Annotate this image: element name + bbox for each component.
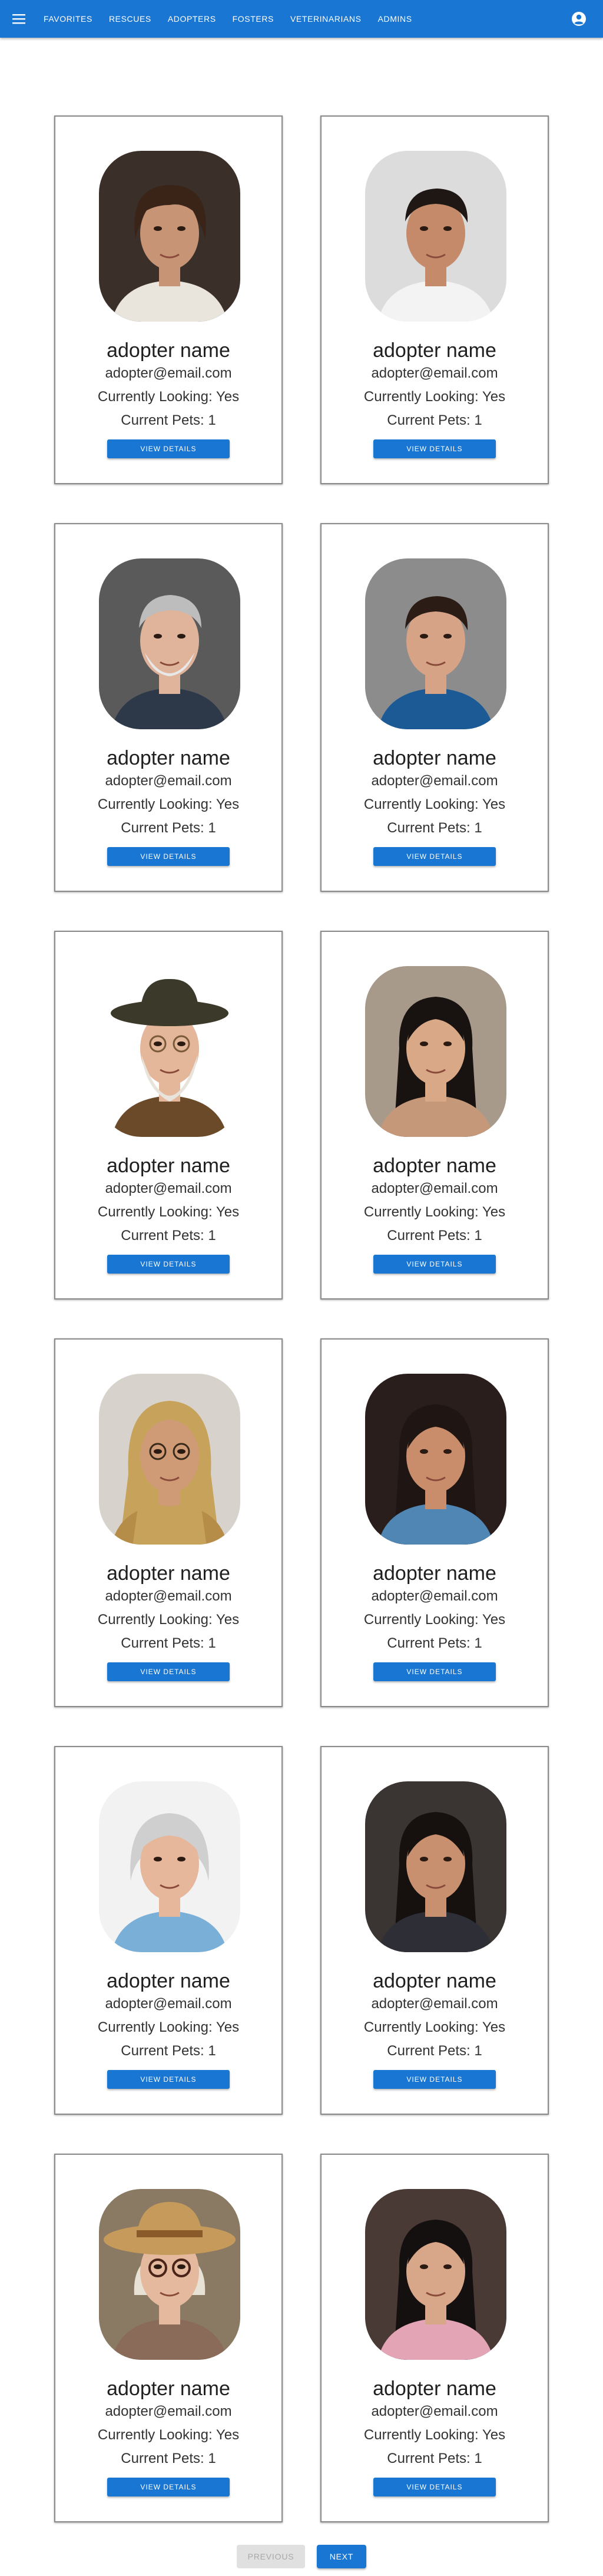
view-details-button[interactable]: VIEW DETAILS — [107, 1662, 230, 1681]
adopter-email: adopter@email.com — [105, 2403, 232, 2419]
nav-favorites[interactable]: FAVORITES — [44, 14, 92, 24]
adopter-photo — [365, 2189, 506, 2360]
adopter-photo — [99, 558, 240, 729]
adopter-photo — [365, 966, 506, 1137]
adopter-name: adopter name — [107, 1155, 230, 1177]
current-pets: Current Pets: 1 — [121, 2451, 216, 2466]
view-details-button[interactable]: VIEW DETAILS — [107, 1255, 230, 1274]
nav-admins[interactable]: ADMINS — [378, 14, 412, 24]
current-pets: Current Pets: 1 — [121, 1228, 216, 1244]
adopter-card: adopter name adopter@email.com Currently… — [320, 523, 549, 892]
nav-rescues[interactable]: RESCUES — [109, 14, 151, 24]
adopter-photo — [365, 1374, 506, 1545]
adopter-card: adopter name adopter@email.com Currently… — [320, 2154, 549, 2522]
next-button[interactable]: NEXT — [317, 2545, 366, 2568]
view-details-button[interactable]: VIEW DETAILS — [373, 847, 496, 866]
current-pets: Current Pets: 1 — [121, 820, 216, 836]
current-pets: Current Pets: 1 — [121, 412, 216, 428]
adopter-email: adopter@email.com — [105, 773, 232, 789]
currently-looking: Currently Looking: Yes — [97, 2427, 240, 2443]
adopter-name: adopter name — [373, 2377, 496, 2400]
adopter-card: adopter name adopter@email.com Currently… — [320, 115, 549, 484]
main-nav: FAVORITES RESCUES ADOPTERS FOSTERS VETER… — [35, 14, 420, 24]
adopter-photo — [365, 151, 506, 322]
adopter-name: adopter name — [107, 1970, 230, 1992]
current-pets: Current Pets: 1 — [387, 412, 482, 428]
adopter-name: adopter name — [107, 2377, 230, 2400]
currently-looking: Currently Looking: Yes — [363, 2427, 506, 2443]
view-details-button[interactable]: VIEW DETAILS — [107, 847, 230, 866]
adopter-card: adopter name adopter@email.com Currently… — [54, 1746, 283, 2115]
adopter-card: adopter name adopter@email.com Currently… — [320, 1746, 549, 2115]
adopter-email: adopter@email.com — [371, 365, 498, 381]
adopter-name: adopter name — [373, 1562, 496, 1585]
adopter-email: adopter@email.com — [371, 1180, 498, 1196]
view-details-button[interactable]: VIEW DETAILS — [107, 2070, 230, 2089]
currently-looking: Currently Looking: Yes — [363, 1612, 506, 1628]
current-pets: Current Pets: 1 — [387, 1228, 482, 1244]
adopter-photo — [99, 151, 240, 322]
adopter-card: adopter name adopter@email.com Currently… — [54, 931, 283, 1299]
adopter-name: adopter name — [107, 339, 230, 362]
adopter-photo — [365, 558, 506, 729]
adopter-card: adopter name adopter@email.com Currently… — [54, 2154, 283, 2522]
view-details-button[interactable]: VIEW DETAILS — [373, 1662, 496, 1681]
pagination: PREVIOUS NEXT — [0, 2545, 603, 2568]
view-details-button[interactable]: VIEW DETAILS — [107, 2478, 230, 2496]
current-pets: Current Pets: 1 — [387, 2043, 482, 2059]
adopter-name: adopter name — [107, 1562, 230, 1585]
view-details-button[interactable]: VIEW DETAILS — [373, 2478, 496, 2496]
adopter-email: adopter@email.com — [371, 2403, 498, 2419]
adopter-photo — [365, 1781, 506, 1952]
previous-button[interactable]: PREVIOUS — [237, 2545, 305, 2568]
current-pets: Current Pets: 1 — [121, 2043, 216, 2059]
adopter-name: adopter name — [373, 747, 496, 769]
adopter-card: adopter name adopter@email.com Currently… — [320, 1338, 549, 1707]
currently-looking: Currently Looking: Yes — [363, 1204, 506, 1220]
adopter-email: adopter@email.com — [371, 1588, 498, 1604]
currently-looking: Currently Looking: Yes — [363, 2019, 506, 2035]
currently-looking: Currently Looking: Yes — [97, 796, 240, 812]
adopter-email: adopter@email.com — [105, 365, 232, 381]
adopter-name: adopter name — [373, 1155, 496, 1177]
adopter-card: adopter name adopter@email.com Currently… — [54, 523, 283, 892]
adopter-email: adopter@email.com — [105, 1588, 232, 1604]
current-pets: Current Pets: 1 — [387, 820, 482, 836]
adopter-card: adopter name adopter@email.com Currently… — [320, 931, 549, 1299]
nav-adopters[interactable]: ADOPTERS — [168, 14, 216, 24]
adopter-email: adopter@email.com — [371, 1996, 498, 2012]
adopter-email: adopter@email.com — [105, 1180, 232, 1196]
current-pets: Current Pets: 1 — [387, 1635, 482, 1651]
currently-looking: Currently Looking: Yes — [97, 1204, 240, 1220]
currently-looking: Currently Looking: Yes — [363, 389, 506, 405]
adopter-photo — [99, 1781, 240, 1952]
view-details-button[interactable]: VIEW DETAILS — [373, 439, 496, 458]
current-pets: Current Pets: 1 — [387, 2451, 482, 2466]
currently-looking: Currently Looking: Yes — [97, 389, 240, 405]
app-bar: FAVORITES RESCUES ADOPTERS FOSTERS VETER… — [0, 0, 603, 38]
currently-looking: Currently Looking: Yes — [97, 2019, 240, 2035]
adopter-email: adopter@email.com — [371, 773, 498, 789]
nav-fosters[interactable]: FOSTERS — [233, 14, 274, 24]
adopter-card: adopter name adopter@email.com Currently… — [54, 115, 283, 484]
view-details-button[interactable]: VIEW DETAILS — [373, 2070, 496, 2089]
adopter-photo — [99, 1374, 240, 1545]
adopter-name: adopter name — [373, 1970, 496, 1992]
currently-looking: Currently Looking: Yes — [97, 1612, 240, 1628]
adopter-photo — [99, 2189, 240, 2360]
adopter-email: adopter@email.com — [105, 1996, 232, 2012]
hamburger-menu-icon[interactable] — [11, 11, 27, 27]
adopter-card: adopter name adopter@email.com Currently… — [54, 1338, 283, 1707]
adopter-photo — [99, 966, 240, 1137]
account-circle-icon[interactable] — [571, 11, 587, 27]
view-details-button[interactable]: VIEW DETAILS — [373, 1255, 496, 1274]
current-pets: Current Pets: 1 — [121, 1635, 216, 1651]
adopter-name: adopter name — [107, 747, 230, 769]
currently-looking: Currently Looking: Yes — [363, 796, 506, 812]
nav-veterinarians[interactable]: VETERINARIANS — [290, 14, 362, 24]
view-details-button[interactable]: VIEW DETAILS — [107, 439, 230, 458]
adopter-name: adopter name — [373, 339, 496, 362]
